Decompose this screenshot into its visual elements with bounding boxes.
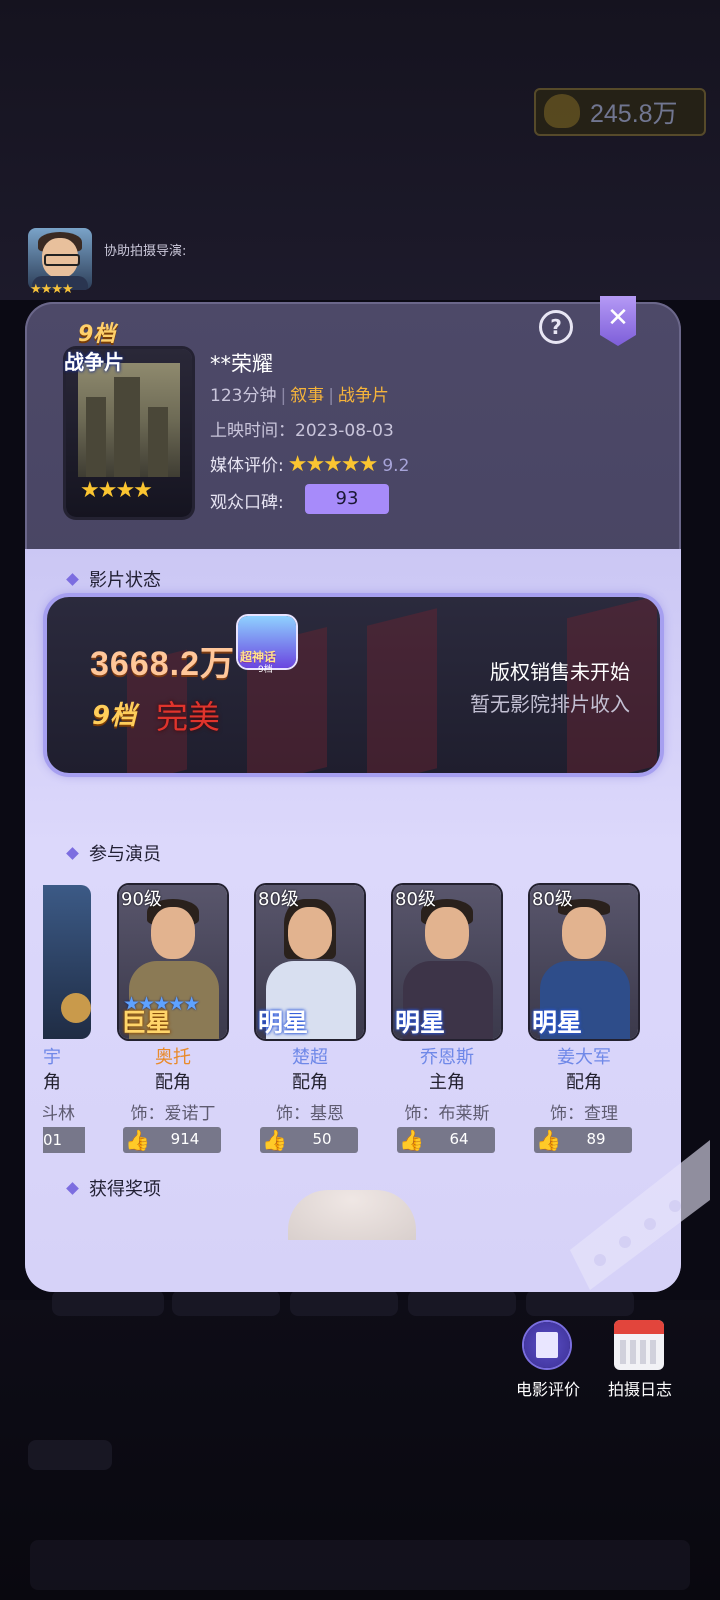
movie-tag: 叙事 xyxy=(290,386,325,406)
shooting-log-label[interactable]: 拍摄日志 xyxy=(602,1376,678,1400)
trophy-icon xyxy=(288,1190,416,1240)
movie-meta: 123分钟 | 叙事 | 战争片 xyxy=(210,386,389,406)
movie-tag: 战争片 xyxy=(337,386,389,406)
poster-genre: 战争片 xyxy=(64,350,124,374)
actor-rank: 明星 xyxy=(532,1008,583,1037)
movie-review-icon[interactable] xyxy=(524,1322,570,1368)
actor-level: 80级 xyxy=(258,889,299,910)
ghost-tab xyxy=(172,1290,280,1316)
awards-heading: 获得奖项 xyxy=(66,1175,161,1201)
poster-stars: ★★★★ xyxy=(80,478,153,503)
like-button[interactable]: 👍 914 xyxy=(123,1127,221,1153)
director-stars: ★★★★ xyxy=(30,282,74,297)
actor-character: 饰：基恩 xyxy=(276,1104,344,1124)
like-count: 50 xyxy=(312,1130,332,1148)
movie-duration: 123分钟 xyxy=(210,386,277,406)
poster-tier: 9档 xyxy=(78,322,116,347)
actor-likes: 01 xyxy=(43,1127,85,1153)
movie-title: **荣耀 xyxy=(210,352,273,376)
like-button[interactable]: 👍 64 xyxy=(397,1127,495,1153)
actor-level: 80级 xyxy=(395,889,436,910)
cast-heading: 参与演员 xyxy=(66,840,161,866)
actor-role: 配角 xyxy=(292,1072,328,1093)
money-bag-icon xyxy=(544,94,580,128)
thumbs-up-icon: 👍 xyxy=(536,1128,561,1152)
help-icon[interactable]: ? xyxy=(539,310,573,344)
media-label: 媒体评价: xyxy=(210,456,284,476)
actor-level: 90级 xyxy=(121,889,162,910)
status-grade: 完美 xyxy=(156,698,221,736)
actor-name: 乔恩斯 xyxy=(420,1047,474,1068)
coin-amount: 245.8万 xyxy=(590,100,678,128)
ghost-nav xyxy=(30,1540,690,1590)
status-card xyxy=(47,597,660,773)
actor-role: 配角 xyxy=(566,1072,602,1093)
movie-review-label[interactable]: 电影评价 xyxy=(510,1376,586,1400)
actor-role: 主角 xyxy=(429,1072,465,1093)
ghost-button xyxy=(28,1440,112,1470)
actor-name: 楚超 xyxy=(292,1047,328,1068)
media-stars: ★★★★★ xyxy=(287,452,379,477)
like-button[interactable]: 👍 50 xyxy=(260,1127,358,1153)
actor-character: 斗林 xyxy=(43,1104,75,1124)
calendar-icon[interactable] xyxy=(614,1320,664,1370)
actor-card-partial[interactable]: 宇 角 斗林 01 xyxy=(43,885,91,1165)
actor-rank: 明星 xyxy=(258,1008,309,1037)
status-heading: 影片状态 xyxy=(66,566,161,592)
actor-name: 奥托 xyxy=(155,1047,191,1068)
ghost-tab xyxy=(408,1290,516,1316)
actor-level: 80级 xyxy=(532,889,573,910)
actor-role: 角 xyxy=(43,1072,61,1093)
actor-character: 饰：爱诺丁 xyxy=(130,1104,216,1124)
audience-label: 观众口碑: xyxy=(210,493,284,513)
media-score: 9.2 xyxy=(382,456,410,476)
actor-rank: 巨星 xyxy=(121,1008,172,1037)
thumbs-up-icon: 👍 xyxy=(399,1128,424,1152)
director-avatar[interactable] xyxy=(28,228,92,290)
actor-name: 宇 xyxy=(43,1047,61,1068)
thumbs-up-icon: 👍 xyxy=(125,1128,150,1152)
actor-role: 配角 xyxy=(155,1072,191,1093)
status-tier: 9档 xyxy=(92,701,137,731)
media-rating: 媒体评价: ★★★★★ 9.2 xyxy=(210,451,409,477)
thumbs-up-icon: 👍 xyxy=(262,1128,287,1152)
coin-balance: 245.8万 xyxy=(534,88,706,136)
like-count: 64 xyxy=(449,1130,469,1148)
actor-rank: 明星 xyxy=(395,1008,446,1037)
film-strip-decoration xyxy=(570,1140,710,1290)
release-date: 上映时间：2023-08-03 xyxy=(210,421,394,441)
ghost-tab xyxy=(290,1290,398,1316)
actor-name: 姜大军 xyxy=(557,1047,611,1068)
ghost-tab xyxy=(52,1290,164,1316)
box-office: 3668.2万 xyxy=(90,645,235,683)
actor-character: 饰：布莱斯 xyxy=(404,1104,490,1124)
director-label: 协助拍摄导演: xyxy=(104,244,187,259)
audience-score: 93 xyxy=(305,484,389,514)
cinema-status: 暂无影院排片收入 xyxy=(470,692,630,716)
badge-tier: 9档 xyxy=(258,665,273,675)
like-count: 914 xyxy=(170,1130,200,1148)
copyright-status: 版权销售未开始 xyxy=(490,660,630,684)
